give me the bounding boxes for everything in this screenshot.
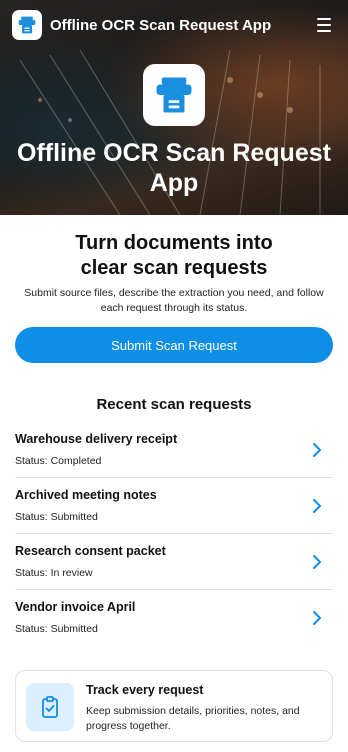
- scanner-logo-icon: [143, 64, 205, 126]
- chevron-right-icon: [313, 611, 321, 625]
- intro-title: Turn documents into clear scan requests: [75, 232, 273, 279]
- request-title: Vendor invoice April: [15, 600, 136, 614]
- chevron-right-icon: [313, 499, 321, 513]
- request-title: Warehouse delivery receipt: [15, 432, 178, 446]
- intro-subtitle: Submit source files, describe the extrac…: [24, 287, 324, 314]
- scanner-icon: [12, 10, 42, 40]
- request-list-item[interactable]: Research consent packet Status: In revie…: [15, 534, 333, 590]
- chevron-right-icon: [313, 443, 321, 457]
- request-status: Status: Completed: [15, 455, 102, 467]
- hero-banner: Offline OCR Scan Request App Offline OCR…: [0, 0, 348, 215]
- top-bar: Offline OCR Scan Request App: [0, 0, 348, 50]
- request-status: Status: Submitted: [15, 623, 98, 635]
- hamburger-menu-icon[interactable]: [312, 13, 336, 37]
- recent-requests-list: Warehouse delivery receipt Status: Compl…: [15, 422, 333, 646]
- clipboard-check-icon: [26, 683, 74, 731]
- request-status: Status: Submitted: [15, 511, 98, 523]
- recent-requests-heading: Recent scan requests: [96, 396, 252, 413]
- app-title: Offline OCR Scan Request App: [50, 16, 272, 34]
- request-list-item[interactable]: Vendor invoice April Status: Submitted: [15, 590, 333, 646]
- track-card-description: Keep submission details, priorities, not…: [86, 705, 300, 732]
- request-title: Research consent packet: [15, 544, 166, 558]
- track-requests-card: Track every request Keep submission deta…: [15, 670, 333, 742]
- request-status: Status: In review: [15, 567, 93, 579]
- request-title: Archived meeting notes: [15, 488, 157, 502]
- hero-title: Offline OCR Scan Request App: [17, 139, 331, 197]
- intro-section: Turn documents into clear scan requests …: [0, 231, 348, 316]
- request-list-item[interactable]: Warehouse delivery receipt Status: Compl…: [15, 422, 333, 478]
- request-list-item[interactable]: Archived meeting notes Status: Submitted: [15, 478, 333, 534]
- track-card-title: Track every request: [86, 683, 204, 697]
- chevron-right-icon: [313, 555, 321, 569]
- submit-scan-request-button[interactable]: Submit Scan Request: [15, 327, 333, 363]
